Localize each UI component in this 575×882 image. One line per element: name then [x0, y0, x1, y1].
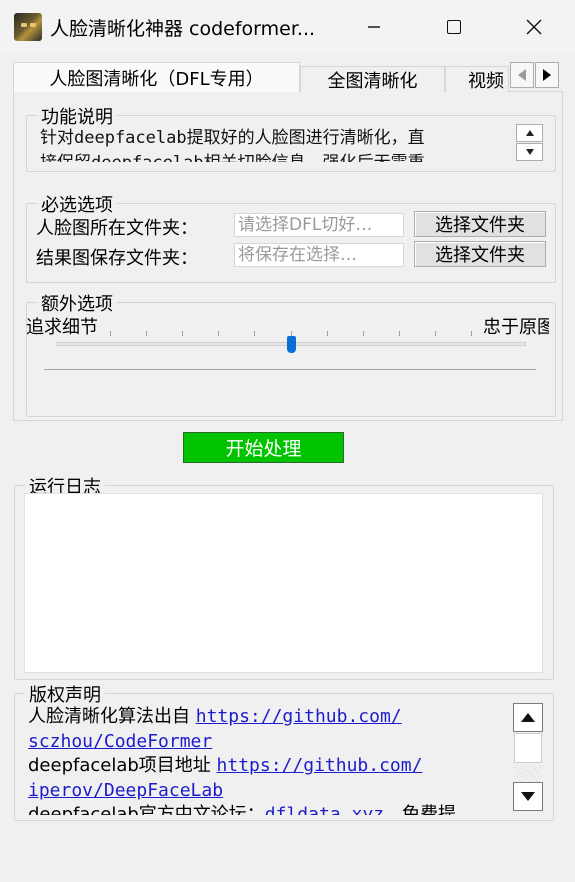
- tab-dfl-face[interactable]: 人脸图清晰化（DFL专用）: [13, 62, 300, 92]
- description-line-2: 接保留deepfacelab相关切脸信息，强化后无需重: [40, 151, 505, 162]
- slider-tick: [110, 331, 111, 336]
- minimize-button[interactable]: [350, 10, 398, 44]
- arrow-up-icon: [521, 713, 535, 722]
- result-folder-label: 结果图保存文件夹：: [36, 248, 198, 269]
- close-button[interactable]: [510, 10, 558, 44]
- copyright-line5-tail: ，免费提: [384, 804, 457, 815]
- description-scroll-down-button[interactable]: [516, 143, 543, 161]
- description-line-1: 针对deepfacelab提取好的人脸图进行清晰化，直: [40, 128, 425, 148]
- slider-tick: [471, 331, 472, 336]
- log-textarea[interactable]: [24, 493, 543, 673]
- copyright-scroll-track[interactable]: [514, 765, 542, 782]
- tab-full-image[interactable]: 全图清晰化: [300, 66, 445, 92]
- slider-tick: [434, 331, 436, 336]
- copyright-line3-text: deepfacelab项目地址: [28, 755, 217, 776]
- result-folder-input[interactable]: 将保存在选择…: [234, 243, 404, 267]
- start-processing-button[interactable]: 开始处理: [183, 432, 344, 463]
- slider-tick: [218, 331, 220, 336]
- fidelity-slider-thumb[interactable]: [286, 336, 296, 353]
- arrow-down-icon: [525, 149, 534, 155]
- description-text: 针对deepfacelab提取好的人脸图进行清晰化，直 接保留deepfacel…: [40, 126, 505, 162]
- close-icon: [526, 19, 542, 35]
- extra-options-group: 额外选项: [26, 290, 556, 417]
- slider-tick: [398, 331, 400, 336]
- maximize-button[interactable]: [430, 10, 478, 44]
- copyright-scroll-up-button[interactable]: [513, 703, 543, 732]
- codeformer-link[interactable]: https://github.com/: [196, 706, 402, 727]
- copyright-line1-text: 人脸清晰化算法出自: [28, 706, 196, 727]
- arrow-down-icon: [521, 792, 535, 801]
- select-result-folder-button[interactable]: 选择文件夹: [414, 241, 546, 267]
- copyright-scroll-thumb[interactable]: [514, 733, 542, 763]
- deepfacelab-link-cont[interactable]: iperov/DeepFaceLab: [28, 780, 223, 801]
- deepfacelab-link[interactable]: https://github.com/: [217, 755, 423, 776]
- slider-tick: [254, 331, 256, 336]
- source-folder-input[interactable]: 请选择DFL切好…: [234, 213, 404, 237]
- maximize-icon: [447, 20, 461, 34]
- slider-tick: [326, 331, 328, 336]
- dfldata-link[interactable]: dfldata.xyz: [265, 804, 384, 815]
- window-title: 人脸清晰化神器 codeformer...: [50, 18, 316, 40]
- triangle-right-icon: [543, 69, 551, 81]
- tab-scroll-left-button[interactable]: [510, 62, 534, 88]
- copyright-scroll-down-button[interactable]: [513, 782, 543, 811]
- description-scroll-up-button[interactable]: [516, 124, 543, 142]
- minimize-icon: [368, 26, 380, 28]
- copyright-group-label: 版权声明: [25, 681, 105, 707]
- arrow-up-icon: [525, 130, 534, 136]
- slider-tick: [362, 331, 364, 336]
- triangle-left-icon: [518, 69, 526, 81]
- select-source-folder-button[interactable]: 选择文件夹: [414, 211, 546, 237]
- slider-tick: [182, 331, 184, 336]
- slider-left-label: 追求细节: [26, 317, 98, 338]
- tab-video[interactable]: 视频: [445, 66, 509, 92]
- tab-scroll-right-button[interactable]: [535, 62, 559, 88]
- app-portrait-icon: [14, 13, 42, 41]
- slider-right-label: 忠于原图: [483, 317, 549, 338]
- copyright-text: 人脸清晰化算法出自 https://github.com/ sczhou/Cod…: [28, 705, 512, 815]
- extra-options-divider: [44, 369, 536, 370]
- source-folder-label: 人脸图所在文件夹：: [36, 218, 198, 239]
- codeformer-link-cont[interactable]: sczhou/CodeFormer: [28, 731, 212, 752]
- slider-tick: [146, 331, 148, 336]
- copyright-line5-text: deepfacelab官方中文论坛：: [28, 804, 265, 815]
